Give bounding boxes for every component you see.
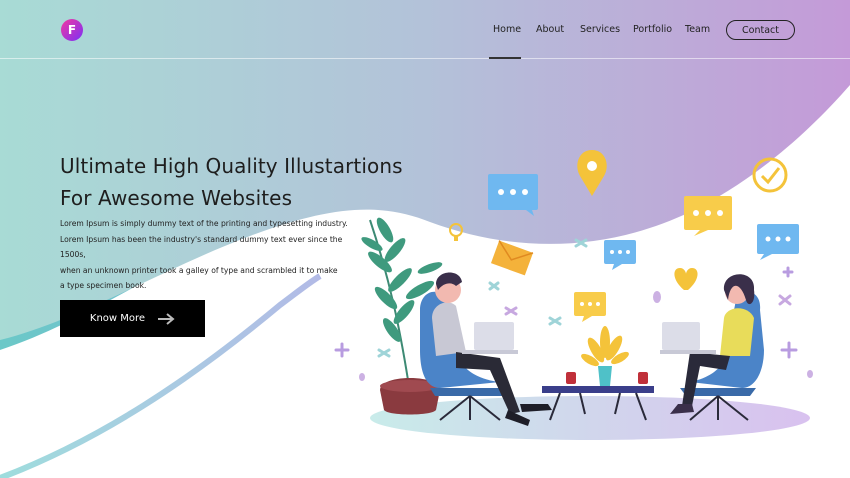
- hero-description-line: Lorem Ipsum is simply dummy text of the …: [60, 219, 348, 228]
- coworking-illustration: [334, 150, 813, 426]
- chat-bubble-icon: [684, 196, 732, 236]
- nav-active-indicator: [489, 57, 521, 59]
- contact-button[interactable]: Contact: [726, 20, 795, 40]
- check-circle-icon: [752, 157, 788, 193]
- chat-bubble-icon: [604, 240, 636, 270]
- chat-bubble-icon: [488, 174, 538, 216]
- know-more-button[interactable]: Know More: [60, 300, 205, 337]
- header-divider: [0, 58, 850, 59]
- man-with-laptop: [420, 272, 552, 426]
- hero-description: Lorem Ipsum is simply dummy text of the …: [60, 216, 360, 294]
- nav-item-team[interactable]: Team: [685, 24, 710, 35]
- nav-item-about[interactable]: About: [536, 24, 564, 35]
- arrow-right-icon: [158, 312, 175, 325]
- hero-description-line: when an unknown printer took a galley of…: [60, 265, 338, 275]
- chat-bubble-icon: [574, 292, 606, 322]
- woman-with-laptop: [660, 274, 764, 421]
- nav-item-home[interactable]: Home: [493, 24, 521, 35]
- chat-bubble-icon: [757, 224, 799, 260]
- location-pin-icon: [577, 150, 607, 196]
- brand-logo-letter: F: [67, 23, 77, 37]
- hero-description-line: a type specimen book.: [60, 281, 147, 291]
- coffee-table: [542, 326, 654, 421]
- heart-icon: [674, 268, 698, 290]
- nav-item-portfolio[interactable]: Portfolio: [633, 24, 672, 35]
- nav-item-services[interactable]: Services: [580, 24, 620, 35]
- brand-logo[interactable]: F: [61, 19, 83, 41]
- know-more-label: Know More: [89, 313, 146, 324]
- lightbulb-icon: [449, 223, 463, 241]
- envelope-icon: [490, 240, 534, 276]
- hero-description-line: Lorem Ipsum has been the industry's stan…: [60, 234, 343, 260]
